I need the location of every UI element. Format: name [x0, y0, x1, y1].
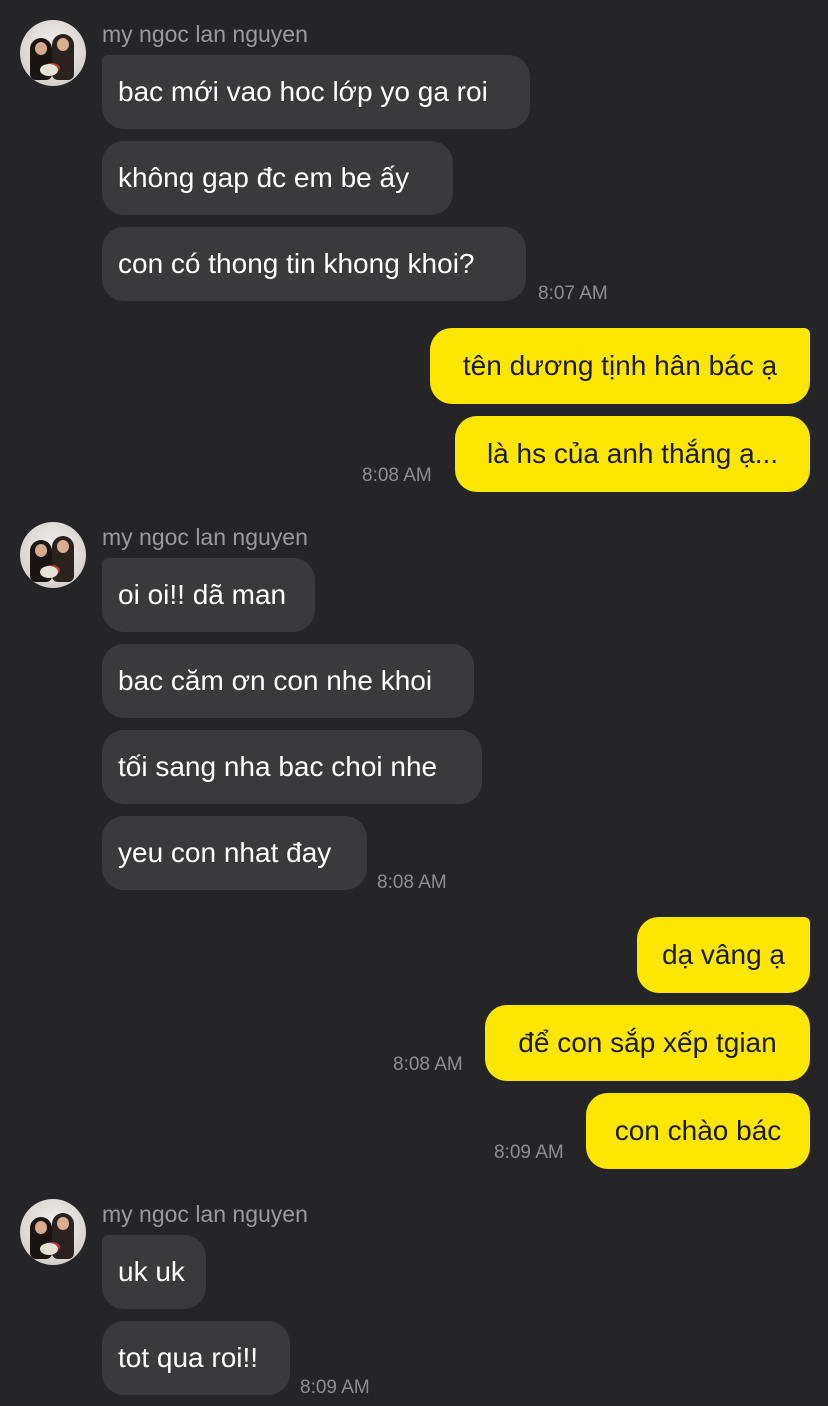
incoming-message-bubble[interactable]: tối sang nha bac choi nhe — [102, 730, 482, 804]
incoming-message-bubble[interactable]: yeu con nhat đay — [102, 816, 367, 890]
message-timestamp: 8:07 AM — [538, 283, 608, 304]
incoming-message-bubble[interactable]: oi oi!! dã man — [102, 558, 315, 632]
message-timestamp: 8:08 AM — [377, 872, 447, 893]
incoming-message-bubble[interactable]: bac căm ơn con nhe khoi — [102, 644, 474, 718]
incoming-message-bubble[interactable]: con có thong tin khong khoi? — [102, 227, 526, 301]
incoming-message-bubble[interactable]: tot qua roi!! — [102, 1321, 290, 1395]
message-timestamp: 8:08 AM — [362, 465, 432, 486]
message-timestamp: 8:09 AM — [494, 1142, 564, 1163]
outgoing-message-bubble[interactable]: tên dương tịnh hân bác ạ — [430, 328, 810, 404]
outgoing-message-bubble[interactable]: là hs của anh thắng ạ... — [455, 416, 810, 492]
sender-name: my ngoc lan nguyen — [102, 1201, 308, 1227]
outgoing-message-bubble[interactable]: để con sắp xếp tgian — [485, 1005, 810, 1081]
outgoing-message-bubble[interactable]: dạ vâng ạ — [637, 917, 810, 993]
sender-name: my ngoc lan nguyen — [102, 524, 308, 550]
incoming-message-bubble[interactable]: uk uk — [102, 1235, 206, 1309]
sender-avatar[interactable] — [20, 1199, 86, 1265]
sender-name: my ngoc lan nguyen — [102, 21, 308, 47]
incoming-message-bubble[interactable]: không gap đc em be ấy — [102, 141, 453, 215]
message-timestamp: 8:08 AM — [393, 1054, 463, 1075]
outgoing-message-bubble[interactable]: con chào bác — [586, 1093, 810, 1169]
sender-avatar[interactable] — [20, 522, 86, 588]
message-timestamp: 8:09 AM — [300, 1377, 370, 1398]
incoming-message-bubble[interactable]: bac mới vao hoc lớp yo ga roi — [102, 55, 530, 129]
sender-avatar[interactable] — [20, 20, 86, 86]
